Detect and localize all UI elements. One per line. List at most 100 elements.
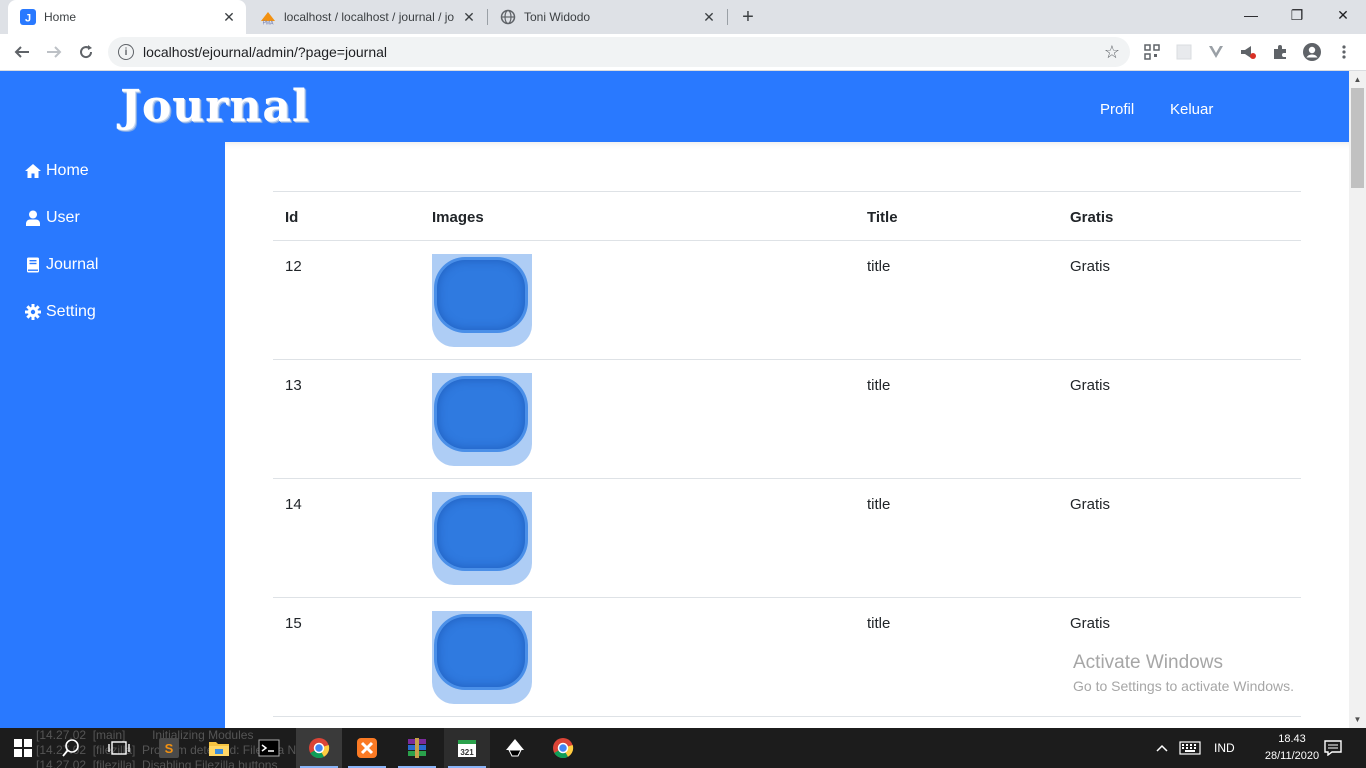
journal-thumbnail[interactable] (432, 611, 532, 704)
tab-home[interactable]: J Home ✕ (8, 0, 246, 34)
tab-toni-widodo[interactable]: Toni Widodo ✕ (488, 0, 726, 34)
arrow-right-icon (47, 46, 62, 58)
reload-icon (80, 45, 93, 59)
site-header: Journal Profil Keluar (0, 71, 1349, 142)
journal-thumbnail[interactable] (432, 373, 532, 466)
row-title: title (867, 615, 891, 632)
activate-windows-watermark: Activate Windows Go to Settings to activ… (1073, 652, 1294, 694)
restore-button[interactable]: ❐ (1274, 0, 1320, 30)
sidebar-item-home[interactable]: Home (24, 159, 89, 183)
user-icon (24, 209, 42, 227)
row-gratis: Gratis (1070, 377, 1111, 394)
bookmark-star-icon[interactable]: ☆ (1104, 42, 1120, 63)
column-header-title: Title (867, 209, 898, 226)
journal-favicon-icon: J (20, 9, 36, 25)
chrome-menu-icon[interactable] (1334, 42, 1354, 62)
qr-code-icon[interactable] (1142, 42, 1162, 62)
column-header-images: Images (432, 209, 484, 226)
address-bar[interactable]: i localhost/ejournal/admin/?page=journal… (108, 37, 1130, 67)
column-header-gratis: Gratis (1070, 209, 1114, 226)
gear-icon (24, 303, 42, 321)
sidebar: Home User Journal Setting (0, 142, 225, 728)
terminal-icon[interactable] (246, 728, 292, 768)
windows-taskbar: [14.27.02 [main] Initializing Modules [14… (0, 728, 1366, 768)
tab-separator (727, 9, 728, 25)
megaphone-icon[interactable] (1238, 42, 1258, 62)
xampp-icon[interactable] (344, 728, 390, 768)
row-id: 15 (285, 615, 302, 632)
book-icon (24, 256, 42, 274)
tab-title: localhost / localhost / journal / jo (284, 10, 455, 24)
journal-logo[interactable]: Journal (120, 81, 310, 132)
browser-toolbar: i localhost/ejournal/admin/?page=journal… (0, 34, 1366, 71)
close-tab-icon[interactable]: ✕ (460, 8, 478, 26)
sidebar-item-label: Journal (46, 256, 99, 273)
column-header-id: Id (285, 209, 299, 226)
row-title: title (867, 377, 891, 394)
extension-placeholder-icon[interactable] (1174, 42, 1194, 62)
tab-strip: J Home ✕ PMA localhost / localhost / jou… (0, 0, 1366, 34)
close-tab-icon[interactable]: ✕ (220, 8, 238, 26)
reload-button[interactable] (72, 38, 100, 66)
back-button[interactable] (8, 38, 36, 66)
watermark-title: Activate Windows (1073, 652, 1223, 673)
tab-title: Home (44, 10, 77, 24)
table-row: 13 title Gratis (273, 360, 1301, 479)
chrome-taskbar-icon[interactable] (296, 728, 342, 768)
chrome-secondary-icon[interactable] (540, 728, 586, 768)
url-text[interactable]: localhost/ejournal/admin/?page=journal (143, 44, 1104, 60)
scroll-up-arrow-icon[interactable]: ▲ (1349, 71, 1366, 88)
globe-icon (500, 9, 516, 25)
tab-title: Toni Widodo (524, 10, 591, 24)
svg-text:321: 321 (460, 748, 474, 757)
main-content: Id Images Title Gratis 12 title Gratis 1… (225, 142, 1349, 728)
info-icon[interactable]: i (118, 44, 134, 60)
journal-table: Id Images Title Gratis 12 title Gratis 1… (273, 191, 1301, 717)
scroll-down-arrow-icon[interactable]: ▼ (1349, 711, 1366, 728)
close-window-button[interactable]: ✕ (1320, 0, 1366, 30)
row-gratis: Gratis (1070, 615, 1111, 632)
home-icon (24, 162, 42, 180)
sidebar-item-user[interactable]: User (24, 206, 80, 230)
winrar-icon[interactable] (394, 728, 440, 768)
new-tab-button[interactable]: + (736, 5, 760, 29)
svg-text:J: J (25, 13, 31, 25)
task-view-icon[interactable] (96, 728, 142, 768)
row-id: 14 (285, 496, 302, 513)
sublime-text-icon[interactable]: S (146, 728, 192, 768)
profile-avatar-icon[interactable] (1302, 42, 1322, 62)
phpmyadmin-favicon-icon: PMA (260, 9, 276, 25)
inkscape-icon[interactable] (492, 728, 538, 768)
tab-phpmyadmin[interactable]: PMA localhost / localhost / journal / jo… (248, 0, 486, 34)
extensions-puzzle-icon[interactable] (1270, 42, 1290, 62)
journal-thumbnail[interactable] (432, 492, 532, 585)
file-explorer-icon[interactable] (196, 728, 242, 768)
forward-button[interactable] (40, 38, 68, 66)
vue-devtools-icon[interactable] (1206, 42, 1226, 62)
notification-center-icon[interactable] (1310, 728, 1356, 768)
search-icon[interactable] (48, 728, 94, 768)
minimize-button[interactable]: — (1228, 0, 1274, 30)
row-gratis: Gratis (1070, 496, 1111, 513)
row-title: title (867, 258, 891, 275)
calendar-app-icon[interactable]: 321 (444, 728, 490, 768)
journal-thumbnail[interactable] (432, 254, 532, 347)
sidebar-item-label: Home (46, 162, 89, 179)
sidebar-item-journal[interactable]: Journal (24, 253, 98, 277)
sidebar-item-setting[interactable]: Setting (24, 300, 96, 324)
sidebar-item-label: Setting (46, 303, 96, 320)
page-scrollbar[interactable]: ▲ ▼ (1349, 71, 1366, 728)
input-language[interactable]: IND (1214, 741, 1235, 755)
watermark-subtitle: Go to Settings to activate Windows. (1073, 678, 1294, 694)
keluar-link[interactable]: Keluar (1170, 101, 1213, 118)
scroll-thumb[interactable] (1351, 88, 1364, 188)
row-title: title (867, 496, 891, 513)
windows-start-icon[interactable] (0, 728, 46, 768)
table-row: 12 title Gratis (273, 241, 1301, 360)
row-gratis: Gratis (1070, 258, 1111, 275)
svg-text:S: S (165, 741, 174, 756)
profil-link[interactable]: Profil (1100, 101, 1134, 118)
close-tab-icon[interactable]: ✕ (700, 8, 718, 26)
keyboard-icon[interactable] (1170, 728, 1210, 768)
row-id: 12 (285, 258, 302, 275)
